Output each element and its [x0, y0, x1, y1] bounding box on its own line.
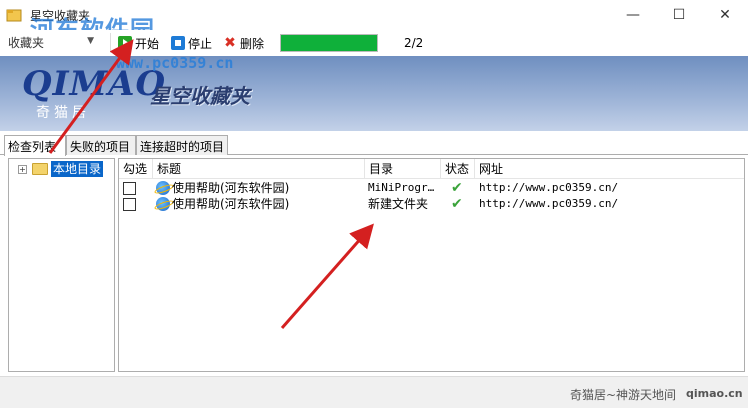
- delete-button[interactable]: ✖ 删除: [223, 34, 264, 52]
- chevron-down-icon: ▼: [87, 36, 94, 46]
- start-label: 开始: [135, 36, 160, 51]
- check-icon: ✔: [451, 180, 463, 196]
- delete-label: 删除: [240, 36, 265, 51]
- banner-title: 星空收藏夹: [150, 84, 250, 108]
- progress-fill: [281, 35, 377, 51]
- toolbar-separator: [110, 33, 111, 53]
- start-button[interactable]: 开始: [118, 34, 159, 52]
- ie-browser-icon: [156, 181, 170, 195]
- column-header-status[interactable]: 状态: [441, 159, 475, 179]
- check-icon: ✔: [451, 196, 463, 212]
- row-directory: MiNiProgr…: [368, 181, 435, 194]
- list-header: 勾选 标题 目录 状态 网址: [119, 159, 744, 179]
- toolbar: 收藏夹 ▼ 开始 停止 ✖ 删除 2/2: [0, 30, 748, 56]
- status-slogan: 奇猫居~神游天地间: [570, 388, 677, 402]
- favorites-dropdown[interactable]: 收藏夹 ▼: [8, 34, 96, 52]
- row-directory: 新建文件夹: [368, 197, 429, 211]
- tree-expand-toggle[interactable]: +: [18, 165, 27, 174]
- minimize-button[interactable]: —: [610, 0, 656, 30]
- row-checkbox[interactable]: [123, 198, 136, 211]
- progress-bar: [280, 34, 378, 52]
- tree-item-local-directory[interactable]: 本地目录: [51, 161, 104, 177]
- title-bar: 星空收藏夹 河东软件园 — ☐ ✕: [0, 0, 748, 44]
- row-checkbox[interactable]: [123, 182, 136, 195]
- app-icon: [6, 9, 22, 22]
- table-row[interactable]: 使用帮助(河东软件园) 新建文件夹 ✔ http://www.pc0359.cn…: [119, 196, 744, 212]
- play-icon: [118, 36, 132, 50]
- app-banner: QIMAO 奇猫居 星空收藏夹 www.pc0359.cn: [0, 56, 748, 131]
- ie-browser-icon: [156, 197, 170, 211]
- status-domain: qimao.cn: [686, 387, 743, 400]
- column-header-directory[interactable]: 目录: [365, 159, 441, 179]
- stop-icon: [171, 36, 185, 50]
- stop-label: 停止: [188, 36, 213, 51]
- column-header-title[interactable]: 标题: [153, 159, 365, 179]
- column-header-url[interactable]: 网址: [475, 159, 746, 179]
- favorites-dropdown-value: 收藏夹: [8, 36, 45, 50]
- item-list: 勾选 标题 目录 状态 网址 使用帮助(河东软件园) MiNiProgr… ✔ …: [118, 158, 745, 372]
- stop-button[interactable]: 停止: [171, 34, 212, 52]
- delete-x-icon: ✖: [224, 35, 236, 51]
- row-title: 使用帮助(河东软件园): [172, 181, 290, 195]
- directory-tree: + 本地目录: [8, 158, 115, 372]
- row-title: 使用帮助(河东软件园): [172, 197, 290, 211]
- folder-icon: [32, 163, 48, 175]
- status-bar: 奇猫居~神游天地间 qimao.cn: [0, 376, 748, 408]
- maximize-button[interactable]: ☐: [656, 0, 702, 30]
- column-header-check[interactable]: 勾选: [119, 159, 153, 179]
- banner-watermark-url: www.pc0359.cn: [116, 56, 234, 72]
- tab-strip: 检查列表 失败的项目 连接超时的项目: [0, 135, 748, 156]
- close-button[interactable]: ✕: [702, 0, 748, 30]
- banner-logo-cn: 奇猫居: [36, 105, 90, 121]
- tab-timeout-items[interactable]: 连接超时的项目: [136, 135, 228, 155]
- row-url: http://www.pc0359.cn/: [479, 197, 619, 210]
- tab-failed-items[interactable]: 失败的项目: [66, 135, 136, 155]
- row-url: http://www.pc0359.cn/: [479, 181, 619, 194]
- table-row[interactable]: 使用帮助(河东软件园) MiNiProgr… ✔ http://www.pc03…: [119, 180, 744, 196]
- progress-count: 2/2: [404, 36, 424, 50]
- tab-check-list[interactable]: 检查列表: [4, 135, 66, 156]
